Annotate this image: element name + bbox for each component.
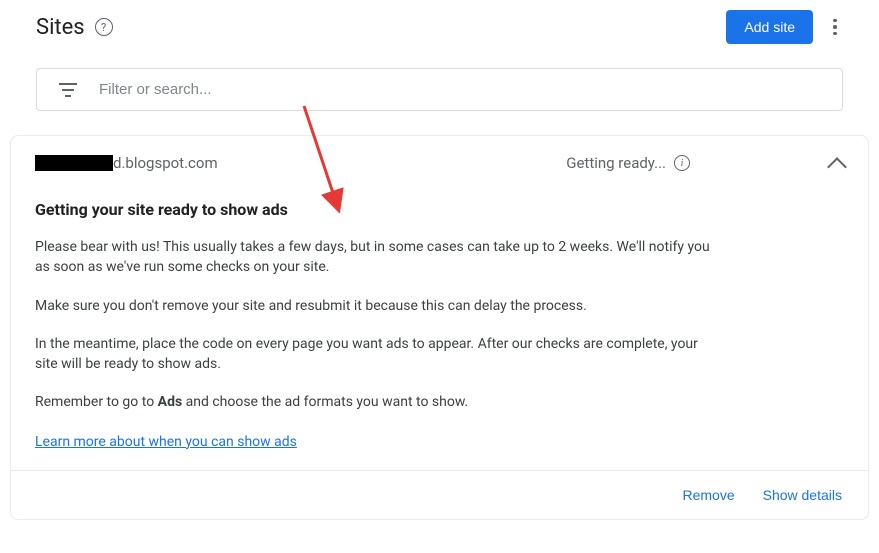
chevron-up-icon[interactable] — [827, 157, 847, 177]
redacted-text — [35, 155, 113, 171]
site-card-header[interactable]: d.blogspot.com Getting ready... i — [11, 136, 868, 190]
info-icon[interactable]: i — [674, 155, 690, 171]
p4-post: and choose the ad formats you want to sh… — [182, 394, 468, 410]
remove-button[interactable]: Remove — [682, 487, 734, 503]
site-card-body: Getting your site ready to show ads Plea… — [11, 190, 868, 471]
filter-icon — [59, 83, 77, 97]
page-title: Sites — [36, 15, 85, 40]
site-url-suffix: d.blogspot.com — [113, 154, 218, 172]
help-icon[interactable]: ? — [95, 18, 113, 36]
show-details-button[interactable]: Show details — [763, 487, 842, 503]
paragraph-3: In the meantime, place the code on every… — [35, 334, 715, 375]
site-card: d.blogspot.com Getting ready... i Gettin… — [10, 135, 869, 520]
page-header: Sites ? Add site — [0, 0, 879, 54]
header-right: Add site — [726, 10, 847, 44]
paragraph-4: Remember to go to Ads and choose the ad … — [35, 392, 715, 412]
paragraph-1: Please bear with us! This usually takes … — [35, 237, 715, 278]
site-url: d.blogspot.com — [35, 154, 218, 172]
status-text: Getting ready... — [566, 154, 666, 172]
header-left: Sites ? — [36, 15, 113, 40]
add-site-button[interactable]: Add site — [726, 10, 813, 44]
site-card-footer: Remove Show details — [11, 471, 868, 519]
site-status: Getting ready... i — [566, 154, 690, 172]
learn-more-link[interactable]: Learn more about when you can show ads — [35, 434, 297, 450]
paragraph-2: Make sure you don't remove your site and… — [35, 296, 715, 316]
filter-input[interactable] — [99, 81, 820, 98]
p4-bold: Ads — [158, 394, 182, 410]
filter-bar[interactable] — [36, 68, 843, 111]
more-options-icon[interactable] — [823, 13, 847, 42]
p4-pre: Remember to go to — [35, 394, 158, 410]
body-heading: Getting your site ready to show ads — [35, 200, 844, 219]
